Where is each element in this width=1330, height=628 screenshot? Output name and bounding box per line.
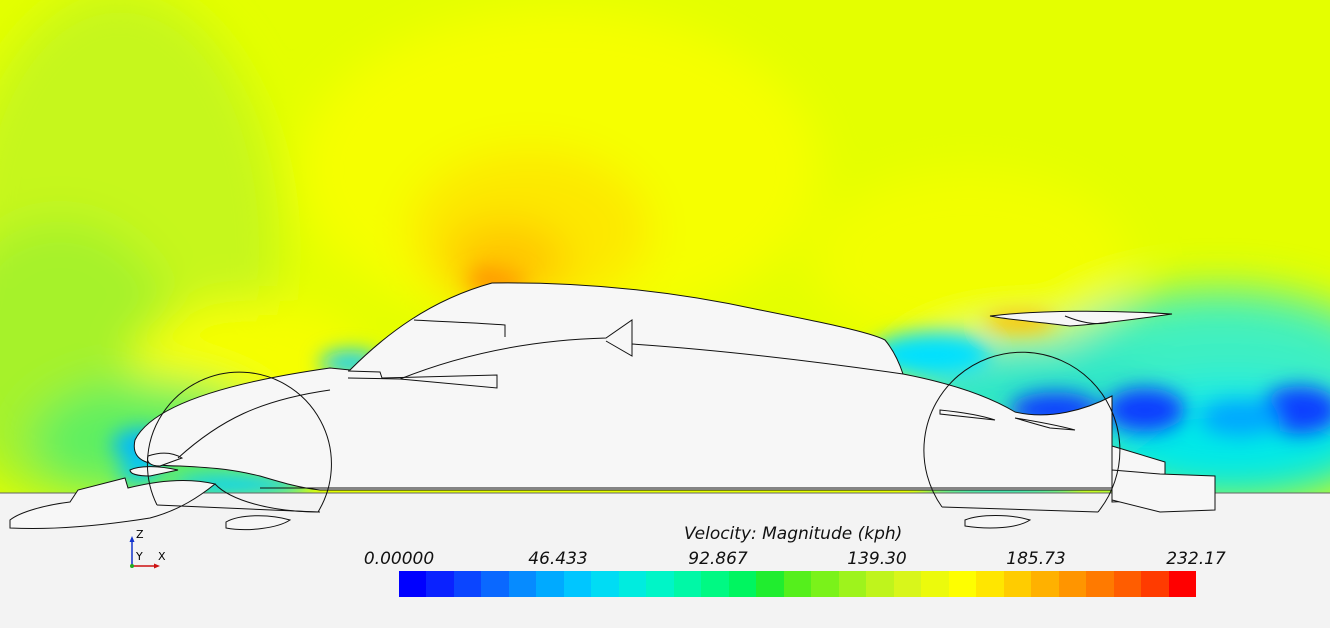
color-swatch [838, 571, 867, 597]
color-swatch [921, 571, 949, 597]
color-swatch [783, 571, 812, 597]
axis-label-z: Z [136, 528, 144, 541]
color-swatch [893, 571, 922, 597]
legend-title: Velocity: Magnitude (kph) [684, 524, 903, 544]
color-swatch [1141, 571, 1169, 597]
color-swatch [536, 571, 564, 597]
color-swatch [591, 571, 619, 597]
color-swatch [756, 571, 784, 597]
color-swatch [1113, 571, 1142, 597]
color-swatch [1003, 571, 1032, 597]
color-swatch [701, 571, 729, 597]
axis-label-x: X [158, 550, 166, 563]
color-swatch [453, 571, 482, 597]
color-swatch [1086, 571, 1114, 597]
color-swatch [399, 571, 427, 597]
tick-label: 185.73 [1006, 549, 1066, 569]
tick-label: 0.00000 [363, 549, 435, 569]
color-swatch [1058, 571, 1087, 597]
axis-label-y: Y [136, 550, 143, 563]
color-scale-bar [399, 571, 1197, 597]
color-swatch [618, 571, 647, 597]
color-swatch [976, 571, 1004, 597]
tick-label: 92.867 [688, 549, 748, 569]
color-swatch [948, 571, 977, 597]
color-swatch [673, 571, 702, 597]
color-swatch [811, 571, 839, 597]
color-swatch [426, 571, 454, 597]
tick-label: 139.30 [847, 549, 907, 569]
tick-label: 46.433 [528, 549, 588, 569]
tick-label: 232.17 [1166, 549, 1226, 569]
color-swatch [1168, 571, 1197, 597]
color-swatch [563, 571, 592, 597]
color-swatch [728, 571, 757, 597]
color-swatch [1031, 571, 1059, 597]
color-swatch [508, 571, 537, 597]
color-swatch [481, 571, 509, 597]
color-swatch [866, 571, 894, 597]
cfd-velocity-field [0, 0, 1330, 628]
color-swatch [646, 571, 674, 597]
axes-triad: Z Y X [120, 528, 170, 572]
ground-plane [0, 493, 1330, 628]
